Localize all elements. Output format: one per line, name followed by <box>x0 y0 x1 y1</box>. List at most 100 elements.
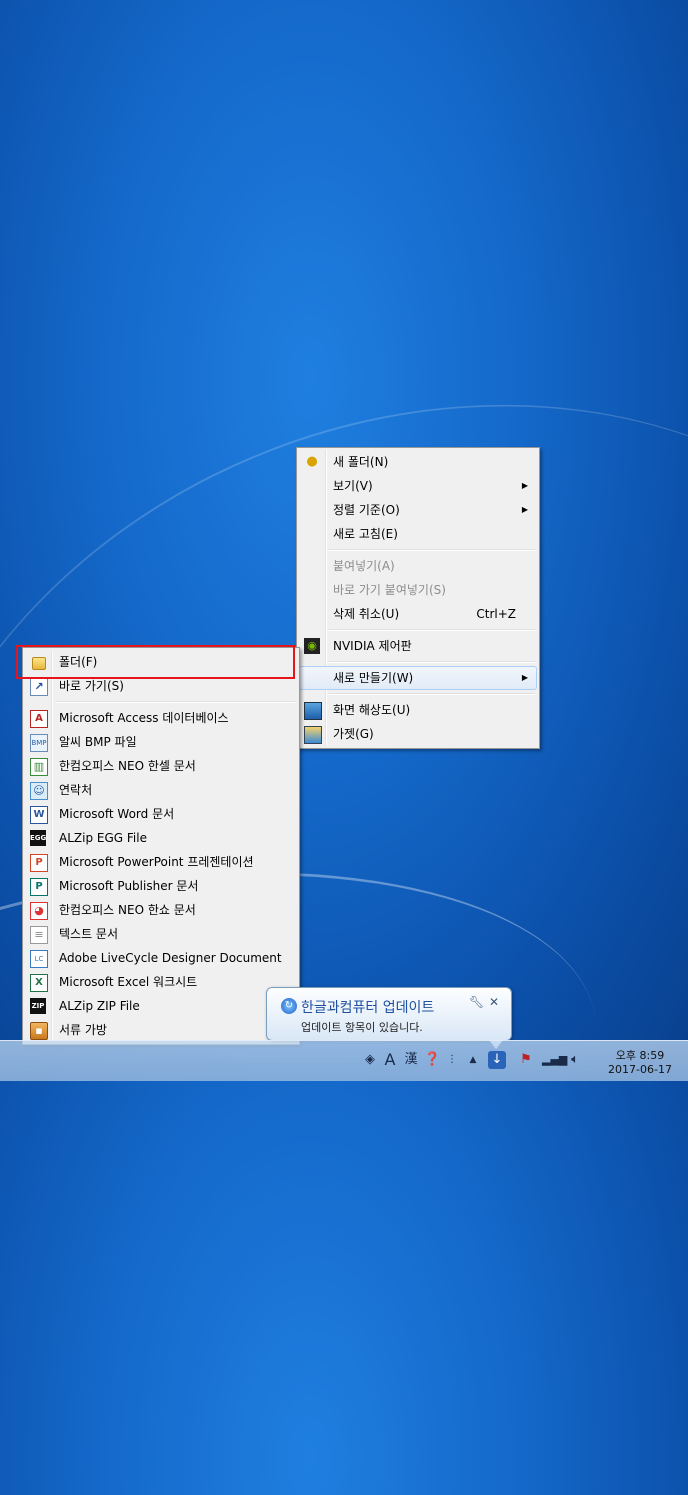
menu-item-label: 가젯(G) <box>333 727 374 741</box>
menu-item-label: Adobe LiveCycle Designer Document <box>59 951 282 965</box>
submenu-item-hanshow[interactable]: ◕ 한컴오피스 NEO 한쇼 문서 <box>25 898 297 922</box>
menu-item-label: 텍스트 문서 <box>59 927 119 941</box>
display-icon <box>304 702 322 720</box>
bmp-icon: BMP <box>30 734 48 752</box>
submenu-item-livecycle[interactable]: LC Adobe LiveCycle Designer Document <box>25 946 297 970</box>
menu-item-label: Microsoft PowerPoint 프레젠테이션 <box>59 855 254 869</box>
menu-item-label: 서류 가방 <box>59 1023 107 1037</box>
new-submenu: 폴더(F) ↗ 바로 가기(S) A Microsoft Access 데이터베… <box>22 647 300 1045</box>
menu-separator <box>55 701 295 703</box>
ime-options-icon[interactable]: ⋮ <box>446 1051 458 1069</box>
menu-item-label: Microsoft Word 문서 <box>59 807 175 821</box>
wrench-icon[interactable]: 🔧︎ <box>469 995 484 1009</box>
text-document-icon: ≡ <box>30 926 48 944</box>
menu-separator <box>329 629 535 631</box>
hanshow-icon: ◕ <box>30 902 48 920</box>
menu-item-new-folder[interactable]: ● 새 폴더(N) <box>299 450 537 474</box>
menu-item-label: 새 폴더(N) <box>333 455 389 469</box>
notification-balloon[interactable]: ↻ 한글과컴퓨터 업데이트 업데이트 항목이 있습니다. 🔧︎ ✕ <box>266 987 512 1049</box>
menu-item-nvidia[interactable]: ◉ NVIDIA 제어판 <box>299 634 537 658</box>
menu-item-label: 한컴오피스 NEO 한쇼 문서 <box>59 903 196 917</box>
submenu-item-word[interactable]: W Microsoft Word 문서 <box>25 802 297 826</box>
menu-item-label: Microsoft Access 데이터베이스 <box>59 711 229 725</box>
update-icon: ↻ <box>281 998 297 1014</box>
menu-item-label: 화면 해상도(U) <box>333 703 411 717</box>
submenu-item-publisher[interactable]: P Microsoft Publisher 문서 <box>25 874 297 898</box>
powerpoint-icon: P <box>30 854 48 872</box>
submenu-item-powerpoint[interactable]: P Microsoft PowerPoint 프레젠테이션 <box>25 850 297 874</box>
menu-item-gadgets[interactable]: 가젯(G) <box>299 722 537 746</box>
menu-item-label: 폴더(F) <box>59 655 98 669</box>
hancell-icon: ▥ <box>30 758 48 776</box>
menu-item-label: NVIDIA 제어판 <box>333 639 412 653</box>
submenu-item-folder[interactable]: 폴더(F) <box>25 650 297 674</box>
balloon-text: 업데이트 항목이 있습니다. <box>301 1021 423 1034</box>
livecycle-icon: LC <box>30 950 48 968</box>
menu-item-new[interactable]: 새로 만들기(W) ▶ <box>299 666 537 690</box>
menu-item-refresh[interactable]: 새로 고침(E) <box>299 522 537 546</box>
submenu-arrow-icon: ▶ <box>521 505 528 514</box>
menu-item-sort-by[interactable]: 정렬 기준(O) ▶ <box>299 498 537 522</box>
excel-icon: X <box>30 974 48 992</box>
close-icon[interactable]: ✕ <box>489 995 499 1009</box>
language-bar-icon[interactable]: ◈ <box>362 1051 378 1069</box>
zip-icon: ZIP <box>30 998 46 1014</box>
menu-item-label: 바로 가기 붙여넣기(S) <box>333 583 446 597</box>
taskbar: ◈ A 漢 ❓ ⋮ ▲ ↓ ⚑ ▂▄▆ 🔈︎ 오후 8:59 2017-06-1… <box>0 1040 688 1081</box>
clock-date[interactable]: 2017-06-17 <box>600 1063 680 1076</box>
menu-item-label: 알씨 BMP 파일 <box>59 735 137 749</box>
submenu-item-access[interactable]: A Microsoft Access 데이터베이스 <box>25 706 297 730</box>
menu-item-label: 정렬 기준(O) <box>333 503 400 517</box>
shortcut-label: Ctrl+Z <box>476 607 516 621</box>
word-icon: W <box>30 806 48 824</box>
submenu-item-bmp[interactable]: BMP 알씨 BMP 파일 <box>25 730 297 754</box>
menu-item-label: 보기(V) <box>333 479 373 493</box>
submenu-item-zip[interactable]: ZIP ALZip ZIP File <box>25 994 297 1018</box>
menu-item-label: ALZip ZIP File <box>59 999 140 1013</box>
access-icon: A <box>30 710 48 728</box>
nvidia-icon: ◉ <box>304 638 320 654</box>
menu-item-label: 삭제 취소(U) <box>333 607 400 621</box>
menu-item-label: ALZip EGG File <box>59 831 147 845</box>
menu-item-screen-resolution[interactable]: 화면 해상도(U) <box>299 698 537 722</box>
help-icon[interactable]: ❓ <box>424 1051 440 1069</box>
hanja-mode-indicator[interactable]: 漢 <box>402 1051 420 1069</box>
update-tray-icon[interactable]: ↓ <box>488 1051 506 1069</box>
submenu-item-text[interactable]: ≡ 텍스트 문서 <box>25 922 297 946</box>
new-folder-icon: ● <box>306 454 318 469</box>
submenu-item-hancell[interactable]: ▥ 한컴오피스 NEO 한셀 문서 <box>25 754 297 778</box>
menu-separator <box>329 549 535 551</box>
gadget-icon <box>304 726 322 744</box>
submenu-arrow-icon: ▶ <box>521 481 528 490</box>
contact-icon: ☺ <box>30 782 48 800</box>
briefcase-icon: ▪ <box>30 1022 48 1040</box>
submenu-item-egg[interactable]: EGG ALZip EGG File <box>25 826 297 850</box>
folder-icon <box>32 657 46 670</box>
menu-separator <box>329 693 535 695</box>
show-hidden-icons-icon[interactable]: ▲ <box>466 1051 480 1069</box>
ime-mode-indicator[interactable]: A <box>382 1051 398 1069</box>
balloon-title: 한글과컴퓨터 업데이트 <box>301 1000 435 1016</box>
menu-item-paste-shortcut: 바로 가기 붙여넣기(S) <box>299 578 537 602</box>
menu-item-label: 연락처 <box>59 783 93 797</box>
menu-item-label: 한컴오피스 NEO 한셀 문서 <box>59 759 196 773</box>
submenu-arrow-icon: ▶ <box>521 673 528 682</box>
menu-item-view[interactable]: 보기(V) ▶ <box>299 474 537 498</box>
menu-item-paste: 붙여넣기(A) <box>299 554 537 578</box>
network-icon[interactable]: ▂▄▆ <box>542 1051 567 1069</box>
menu-separator <box>329 661 535 663</box>
submenu-item-shortcut[interactable]: ↗ 바로 가기(S) <box>25 674 297 698</box>
menu-item-undo-delete[interactable]: 삭제 취소(U) Ctrl+Z <box>299 602 537 626</box>
volume-icon[interactable]: 🔈︎ <box>566 1051 584 1069</box>
menu-item-label: 바로 가기(S) <box>59 679 124 693</box>
submenu-item-excel[interactable]: X Microsoft Excel 워크시트 <box>25 970 297 994</box>
submenu-item-briefcase[interactable]: ▪ 서류 가방 <box>25 1018 297 1042</box>
menu-item-label: Microsoft Excel 워크시트 <box>59 975 198 989</box>
action-center-flag-icon[interactable]: ⚑ <box>518 1051 534 1069</box>
submenu-item-contact[interactable]: ☺ 연락처 <box>25 778 297 802</box>
menu-item-label: Microsoft Publisher 문서 <box>59 879 199 893</box>
shortcut-icon: ↗ <box>30 678 48 696</box>
clock-time[interactable]: 오후 8:59 <box>600 1047 680 1063</box>
desktop-context-menu: ● 새 폴더(N) 보기(V) ▶ 정렬 기준(O) ▶ 새로 고침(E) 붙여… <box>296 447 540 749</box>
menu-item-label: 붙여넣기(A) <box>333 559 395 573</box>
